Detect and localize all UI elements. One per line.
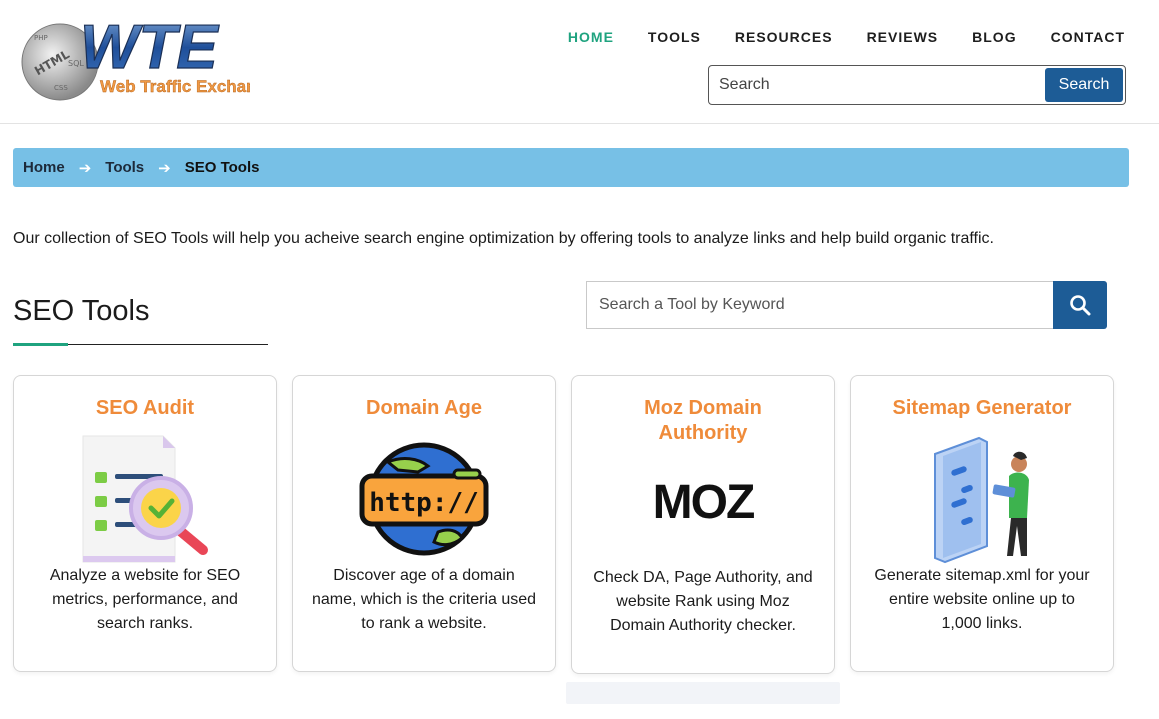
moz-logo: MOZ bbox=[572, 476, 834, 526]
tool-card-sitemap-generator[interactable]: Sitemap Generator Generate sitemap.xml f… bbox=[850, 375, 1114, 672]
http-globe-icon: http:// bbox=[293, 442, 555, 556]
nav-home[interactable]: HOME bbox=[568, 29, 614, 45]
logo-globe-word: PHP bbox=[34, 34, 48, 42]
breadcrumb: Home ➔ Tools ➔ SEO Tools bbox=[13, 148, 1129, 187]
site-search: Search bbox=[708, 65, 1126, 105]
card-description: Analyze a website for SEO metrics, perfo… bbox=[49, 567, 241, 632]
http-text: http:// bbox=[369, 488, 479, 518]
card-description: Generate sitemap.xml for your entire web… bbox=[874, 567, 1090, 632]
nav-reviews[interactable]: REVIEWS bbox=[867, 29, 939, 45]
card-title[interactable]: Domain Age bbox=[293, 396, 555, 421]
search-icon bbox=[1070, 295, 1091, 316]
breadcrumb-tools[interactable]: Tools bbox=[105, 159, 144, 176]
page-title: SEO Tools bbox=[13, 295, 150, 327]
title-accent-bar bbox=[13, 343, 68, 346]
card-title[interactable]: Sitemap Generator bbox=[851, 396, 1113, 421]
card-description: Check DA, Page Authority, and website Ra… bbox=[593, 569, 813, 634]
site-logo[interactable]: PHP HTML SQL CSS WTE Web Traffic Exchang… bbox=[20, 10, 277, 102]
site-header: PHP HTML SQL CSS WTE Web Traffic Exchang… bbox=[0, 0, 1159, 124]
arrow-right-icon: ➔ bbox=[158, 159, 171, 177]
card-shadow-ghost bbox=[566, 682, 840, 704]
tool-search bbox=[586, 281, 1107, 329]
tool-card-domain-age[interactable]: Domain Age http:// Discover age of a dom… bbox=[292, 375, 556, 672]
tool-card-moz-domain-authority[interactable]: Moz Domain Authority MOZ Check DA, Page … bbox=[571, 375, 835, 674]
tool-card-seo-audit[interactable]: SEO Audit Analyze a website for SEO metr… bbox=[13, 375, 277, 672]
site-search-input[interactable] bbox=[711, 68, 1045, 102]
tool-search-input[interactable] bbox=[586, 281, 1053, 329]
main-nav: HOME TOOLS RESOURCES REVIEWS BLOG CONTAC… bbox=[568, 29, 1125, 45]
nav-resources[interactable]: RESOURCES bbox=[735, 29, 833, 45]
breadcrumb-current: SEO Tools bbox=[184, 159, 260, 176]
card-description: Discover age of a domain name, which is … bbox=[311, 567, 537, 632]
logo-wte: WTE bbox=[80, 13, 219, 82]
logo-globe-word: CSS bbox=[54, 84, 68, 92]
moz-logo-text: MOZ bbox=[653, 476, 754, 526]
site-search-button[interactable]: Search bbox=[1045, 68, 1123, 102]
nav-blog[interactable]: BLOG bbox=[972, 29, 1016, 45]
nav-contact[interactable]: CONTACT bbox=[1051, 29, 1125, 45]
breadcrumb-home[interactable]: Home bbox=[23, 159, 65, 176]
intro-text: Our collection of SEO Tools will help yo… bbox=[13, 230, 994, 247]
seo-audit-icon bbox=[14, 434, 276, 564]
card-title[interactable]: SEO Audit bbox=[14, 396, 276, 421]
sitemap-icon bbox=[851, 434, 1113, 564]
logo-subtext: Web Traffic Exchange bbox=[100, 77, 250, 96]
card-title[interactable]: Moz Domain Authority bbox=[572, 396, 834, 446]
nav-tools[interactable]: TOOLS bbox=[648, 29, 701, 45]
arrow-right-icon: ➔ bbox=[78, 159, 92, 177]
tool-search-button[interactable] bbox=[1053, 281, 1107, 329]
